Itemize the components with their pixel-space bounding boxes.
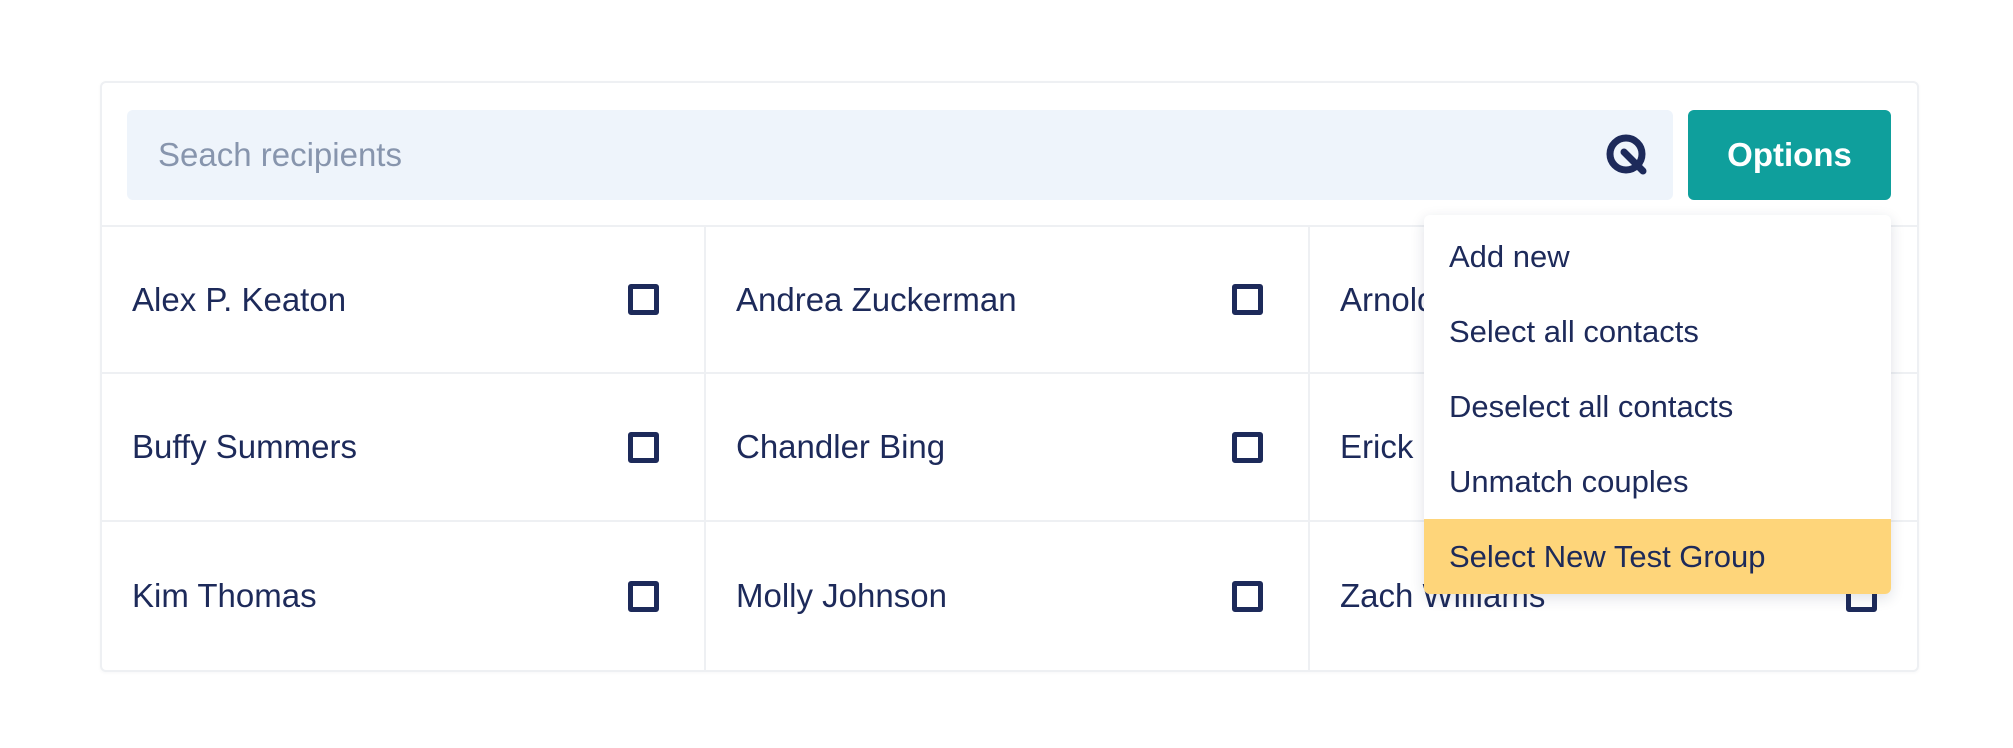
contact-name: Kim Thomas	[132, 577, 317, 614]
menu-item-add-new[interactable]: Add new	[1424, 219, 1891, 294]
contact-checkbox[interactable]	[628, 580, 659, 612]
menu-item-deselect-all-contacts[interactable]: Deselect all contacts	[1424, 369, 1891, 444]
search-box	[127, 110, 1673, 200]
contact-checkbox[interactable]	[1232, 284, 1263, 315]
search-icon[interactable]	[1604, 132, 1650, 178]
contact-checkbox[interactable]	[628, 284, 659, 315]
contact-name: Andrea Zuckerman	[736, 280, 1017, 318]
search-input[interactable]	[127, 110, 1597, 200]
contact-cell[interactable]: Buffy Summers	[102, 374, 706, 522]
contact-cell[interactable]: Molly Johnson	[706, 522, 1310, 670]
contact-cell[interactable]: Alex P. Keaton	[102, 227, 706, 374]
contact-name: Chandler Bing	[736, 428, 946, 465]
contact-cell[interactable]: Kim Thomas	[102, 522, 706, 670]
options-button[interactable]: Options	[1688, 110, 1891, 200]
contact-cell[interactable]: Andrea Zuckerman	[706, 227, 1310, 374]
contact-name: Molly Johnson	[736, 577, 947, 614]
contact-name: Buffy Summers	[132, 428, 357, 465]
contact-checkbox[interactable]	[1232, 580, 1263, 612]
contact-checkbox[interactable]	[628, 431, 659, 463]
contact-checkbox[interactable]	[1232, 431, 1263, 463]
menu-item-unmatch-couples[interactable]: Unmatch couples	[1424, 444, 1891, 519]
contact-cell[interactable]: Chandler Bing	[706, 374, 1310, 522]
contact-name: Alex P. Keaton	[132, 280, 347, 318]
menu-item-select-new-test-group[interactable]: Select New Test Group	[1424, 519, 1891, 594]
options-dropdown-menu: Add new Select all contacts Deselect all…	[1424, 215, 1891, 594]
menu-item-select-all-contacts[interactable]: Select all contacts	[1424, 294, 1891, 369]
